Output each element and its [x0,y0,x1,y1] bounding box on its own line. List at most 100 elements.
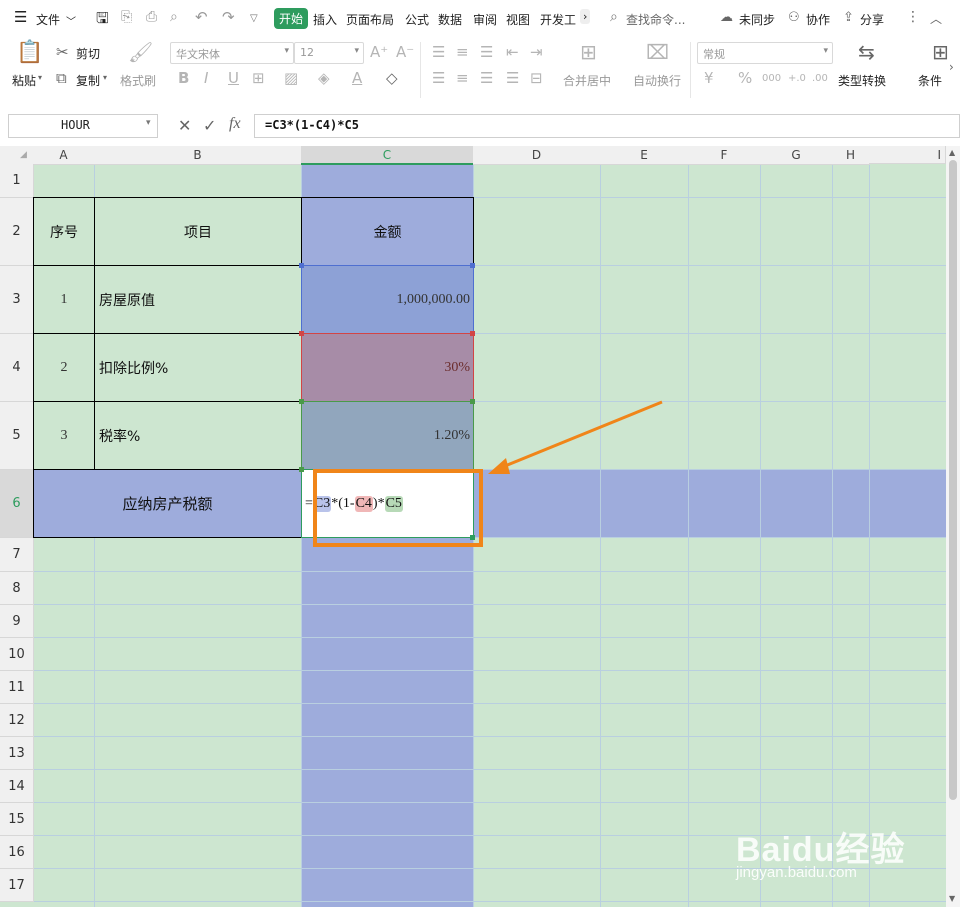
align-bottom-icon[interactable]: ☰ [480,44,493,60]
conditional-format-button[interactable]: 条件 [918,72,942,89]
file-menu[interactable]: 文件 [36,11,60,28]
paste-dropdown-icon[interactable]: ▾ [38,73,42,82]
row-header-15[interactable]: 15 [0,803,34,836]
row-header-12[interactable]: 12 [0,704,34,737]
decrease-font-icon[interactable]: A⁻ [396,44,414,60]
selection-handle[interactable] [470,331,475,336]
selection-handle[interactable] [299,467,304,472]
justify-icon[interactable]: ☰ [506,70,519,86]
print-icon[interactable]: ⎙ [146,9,157,25]
clear-format-icon[interactable]: ◇ [386,70,398,86]
ribbon-scroll-right-icon[interactable]: › [949,60,954,74]
copy-button[interactable]: 复制 [76,72,100,89]
tab-data[interactable]: 数据 [438,11,462,28]
number-format-select[interactable]: 常规 ▾ [697,42,833,64]
tab-developer[interactable]: 开发工 [540,11,576,28]
amount-cell-c3[interactable]: 1,000,000.00 [301,265,474,334]
column-header-i[interactable]: I [869,146,946,164]
formula-input[interactable]: =C3*(1-C4)*C5 [254,114,960,138]
selection-handle[interactable] [299,331,304,336]
format-painter-icon[interactable]: 🖌 [128,42,153,62]
decrease-decimal-icon[interactable]: .00 [812,71,828,87]
selection-handle[interactable] [470,263,475,268]
row-header-1[interactable]: 1 [0,164,34,198]
scroll-up-arrow-icon[interactable]: ▲ [949,148,955,157]
quick-access-dropdown-icon[interactable]: ▽ [250,13,258,24]
print-preview-icon[interactable]: ⌕ [170,9,178,25]
font-color-icon[interactable]: A [352,70,362,86]
increase-decimal-icon[interactable]: +.0 [788,71,806,87]
chevron-down-icon[interactable]: ▾ [146,118,151,128]
redo-icon[interactable]: ↷ [222,8,235,26]
row-header-5[interactable]: 5 [0,402,34,470]
header-amount-cell[interactable]: 金额 [301,197,474,266]
decrease-indent-icon[interactable]: ⇤ [506,44,519,60]
underline-icon[interactable]: U [228,70,239,86]
seq-cell-2[interactable]: 2 [33,333,95,402]
row-header-2[interactable]: 2 [0,198,34,266]
fill-color-icon[interactable]: ▨ [284,70,298,86]
align-left-icon[interactable]: ☰ [432,70,445,86]
format-painter-button[interactable]: 格式刷 [120,72,156,89]
bold-icon[interactable]: B [178,70,189,86]
font-size-select[interactable]: 12 ▾ [294,42,364,64]
selection-handle[interactable] [299,263,304,268]
increase-indent-icon[interactable]: ⇥ [530,44,543,60]
row-header-13[interactable]: 13 [0,737,34,770]
row-header-17[interactable]: 17 [0,869,34,902]
align-center-icon[interactable]: ≡ [456,70,469,86]
insert-function-icon[interactable]: fx [229,115,241,133]
item-cell-3[interactable]: 税率% [94,401,302,470]
sync-status-button[interactable]: 未同步 [739,11,775,28]
align-right-icon[interactable]: ☰ [480,70,493,86]
conditional-format-icon[interactable]: ⊞ [932,42,949,62]
more-options-icon[interactable]: ⋮ [906,9,920,25]
copy-dropdown-icon[interactable]: ▾ [103,73,107,82]
row-header-7[interactable]: 7 [0,538,34,572]
scroll-down-arrow-icon[interactable]: ▼ [949,894,955,903]
seq-cell-1[interactable]: 1 [33,265,95,334]
column-header-c[interactable]: C [301,146,474,165]
tab-home[interactable]: 开始 [274,8,309,29]
column-header-h[interactable]: H [832,146,870,165]
thousands-separator-icon[interactable]: 000 [762,71,781,87]
percent-icon[interactable]: % [738,70,752,86]
item-cell-1[interactable]: 房屋原值 [94,265,302,334]
row-header-9[interactable]: 9 [0,605,34,638]
type-convert-button[interactable]: 类型转换 [838,72,886,89]
align-top-icon[interactable]: ☰ [432,44,445,60]
row-header-3[interactable]: 3 [0,266,34,334]
cut-button[interactable]: 剪切 [76,45,100,62]
command-search-input[interactable]: 查找命令... [626,11,685,28]
distribute-icon[interactable]: ⊟ [530,70,543,86]
save-icon[interactable]: 🖫 [96,8,109,33]
cancel-icon[interactable]: ✕ [178,116,191,135]
name-box[interactable]: HOUR ▾ [8,114,158,138]
collapse-ribbon-icon[interactable]: ︿ [930,10,942,27]
item-cell-2[interactable]: 扣除比例% [94,333,302,402]
selection-handle[interactable] [470,399,475,404]
row-header-10[interactable]: 10 [0,638,34,671]
row-header-14[interactable]: 14 [0,770,34,803]
paste-icon[interactable]: 📋 [16,42,43,64]
header-seq-cell[interactable]: 序号 [33,197,95,266]
header-item-cell[interactable]: 项目 [94,197,302,266]
select-all-corner[interactable]: ◢ [0,146,34,165]
wrap-text-button[interactable]: 自动换行 [633,72,681,89]
tab-formulas[interactable]: 公式 [405,11,429,28]
cell-style-icon[interactable]: ◈ [318,70,330,86]
row-header-8[interactable]: 8 [0,572,34,605]
confirm-icon[interactable]: ✓ [203,116,216,135]
collaborate-button[interactable]: 协作 [806,11,830,28]
row-header-16[interactable]: 16 [0,836,34,869]
export-icon[interactable]: ⎘ [121,9,132,25]
undo-icon[interactable]: ↶ [195,8,208,26]
column-header-f[interactable]: F [688,146,761,165]
italic-icon[interactable]: I [204,70,208,86]
paste-button[interactable]: 粘贴 [12,72,36,89]
column-header-g[interactable]: G [760,146,833,165]
more-tabs-chevron-icon[interactable]: › [580,9,591,24]
align-middle-icon[interactable]: ≡ [456,44,469,60]
wrap-text-icon[interactable]: ⌧ [646,42,669,62]
font-name-select[interactable]: 华文宋体 ▾ [170,42,294,64]
